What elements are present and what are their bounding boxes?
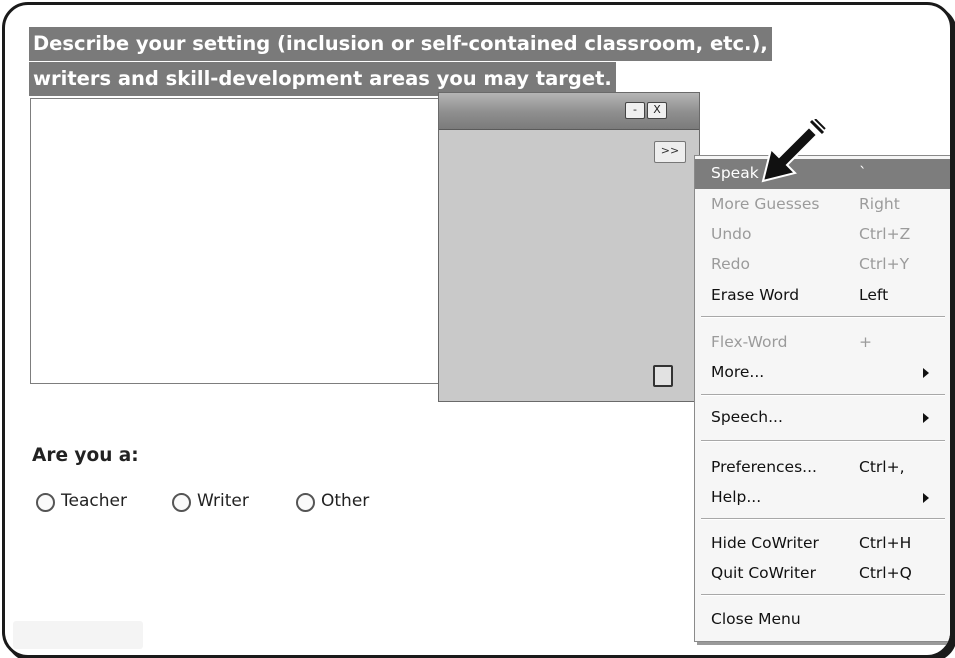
- menu-item-label: Erase Word: [711, 286, 800, 304]
- prompt-heading: Describe your setting (inclusion or self…: [29, 27, 772, 97]
- menu-separator: [701, 594, 945, 596]
- cowriter-corner-icon[interactable]: [653, 365, 673, 387]
- menu-item-shortcut: Right: [859, 195, 900, 213]
- menu-item-more-guesses[interactable]: More Guesses Right: [695, 190, 950, 220]
- role-question-title: Are you a:: [32, 445, 139, 466]
- menu-separator: [701, 316, 945, 318]
- radio-circle[interactable]: [296, 493, 315, 512]
- radio-circle[interactable]: [172, 493, 191, 512]
- menu-item-label: Preferences...: [711, 458, 817, 476]
- menu-item-label: More...: [711, 363, 765, 381]
- menu-item-label: Speak: [711, 164, 759, 182]
- submenu-arrow-icon: [923, 413, 929, 423]
- response-textarea[interactable]: [30, 98, 472, 384]
- menu-item-label: Speech...: [711, 408, 783, 426]
- menu-item-shortcut: Ctrl+,: [859, 458, 905, 476]
- menu-separator: [701, 440, 945, 442]
- radio-label: Writer: [197, 491, 249, 511]
- cowriter-window: - X >>: [438, 92, 700, 402]
- submenu-arrow-icon: [923, 368, 929, 378]
- menu-item-label: Flex-Word: [711, 333, 788, 351]
- menu-item-label: Help...: [711, 488, 762, 506]
- faded-footer-text: [13, 621, 143, 649]
- callout-arrow-icon: [761, 119, 826, 183]
- menu-item-close-menu[interactable]: Close Menu: [695, 605, 950, 635]
- menu-item-shortcut: Ctrl+Q: [859, 564, 912, 582]
- menu-item-hide-cowriter[interactable]: Hide CoWriter Ctrl+H: [695, 529, 950, 559]
- menu-item-flex-word[interactable]: Flex-Word +: [695, 328, 950, 358]
- menu-item-shortcut: Ctrl+H: [859, 534, 912, 552]
- menu-item-label: Undo: [711, 225, 752, 243]
- menu-item-shortcut: +: [859, 333, 872, 351]
- prompt-line-2: writers and skill-development areas you …: [29, 62, 616, 96]
- menu-item-redo[interactable]: Redo Ctrl+Y: [695, 250, 950, 280]
- menu-item-shortcut: Ctrl+Y: [859, 255, 910, 273]
- minimize-button[interactable]: -: [625, 102, 645, 119]
- radio-label: Teacher: [61, 491, 127, 511]
- menu-item-preferences[interactable]: Preferences... Ctrl+,: [695, 453, 950, 483]
- menu-item-label: Close Menu: [711, 610, 801, 628]
- menu-item-label: Hide CoWriter: [711, 534, 819, 552]
- expand-button[interactable]: >>: [654, 141, 686, 163]
- menu-item-more[interactable]: More...: [695, 358, 950, 388]
- screenshot-frame: Describe your setting (inclusion or self…: [2, 2, 953, 658]
- menu-item-shortcut: `: [859, 164, 867, 182]
- menu-separator: [701, 394, 945, 396]
- menu-item-undo[interactable]: Undo Ctrl+Z: [695, 220, 950, 250]
- menu-item-shortcut: Ctrl+Z: [859, 225, 911, 243]
- menu-item-label: Redo: [711, 255, 750, 273]
- radio-circle[interactable]: [36, 493, 55, 512]
- menu-item-speech[interactable]: Speech...: [695, 403, 950, 433]
- menu-item-quit-cowriter[interactable]: Quit CoWriter Ctrl+Q: [695, 559, 950, 589]
- menu-item-help[interactable]: Help...: [695, 483, 950, 513]
- cowriter-titlebar[interactable]: - X: [439, 93, 699, 130]
- close-button[interactable]: X: [647, 102, 667, 119]
- radio-label: Other: [321, 491, 370, 511]
- cowriter-context-menu: Speak ` More Guesses Right Undo Ctrl+Z R…: [694, 155, 950, 642]
- menu-item-shortcut: Left: [859, 286, 889, 304]
- menu-item-label: More Guesses: [711, 195, 820, 213]
- menu-item-erase-word[interactable]: Erase Word Left: [695, 281, 950, 311]
- submenu-arrow-icon: [923, 493, 929, 503]
- menu-separator: [701, 518, 945, 520]
- menu-item-label: Quit CoWriter: [711, 564, 816, 582]
- prompt-line-1: Describe your setting (inclusion or self…: [29, 27, 772, 61]
